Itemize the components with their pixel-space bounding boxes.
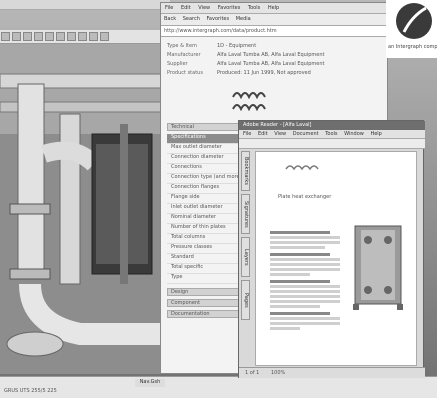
- pdf-side-tabs: Bookmarks Signatures Layers Pages: [241, 151, 251, 321]
- spec-sidebar: Technical Specifications Max outlet diam…: [167, 123, 239, 373]
- sidebar-header[interactable]: Technical: [167, 123, 239, 131]
- pdf-title-bar[interactable]: Adobe Reader - [Alfa Laval]: [239, 121, 425, 130]
- sidebar-item[interactable]: Connection type (and more): [167, 174, 239, 184]
- menu-item[interactable]: Edit: [181, 5, 191, 11]
- field-row: Product status Produced: 11 Jun 1999, Not…: [167, 70, 382, 79]
- address-bar[interactable]: http://www.intergraph.com/data/product.h…: [161, 26, 389, 37]
- cad-menubar[interactable]: [0, 0, 170, 10]
- pdf-page: Plate heat exchanger: [255, 151, 417, 366]
- tab-pages[interactable]: Pages: [241, 280, 250, 320]
- menu-item[interactable]: File: [243, 131, 251, 137]
- status-label: Nav.Gsh: [135, 379, 165, 387]
- menu-item[interactable]: Edit: [258, 131, 268, 137]
- menu-item[interactable]: Window: [344, 131, 364, 137]
- sidebar-item[interactable]: Number of thin plates: [167, 224, 239, 234]
- field-value: 1D - Equipment: [217, 43, 257, 49]
- menu-item[interactable]: Help: [370, 131, 381, 137]
- page-text-block: [270, 227, 340, 332]
- toolbar-button[interactable]: [34, 32, 43, 41]
- toolbar-button[interactable]: [67, 32, 76, 41]
- toolbar-button[interactable]: [89, 32, 98, 41]
- menu-item[interactable]: Tools: [325, 131, 337, 137]
- field-value: Alfa Laval Tumba AB, Alfa Laval Equipmen…: [217, 52, 325, 58]
- menu-item[interactable]: Help: [268, 5, 279, 11]
- media-button[interactable]: Media: [236, 16, 251, 22]
- company-caption: an Intergraph company: [388, 44, 437, 50]
- field-label: Type & Item: [167, 43, 197, 49]
- toolbar-button[interactable]: [56, 32, 65, 41]
- toolbar-button[interactable]: [23, 32, 32, 41]
- sidebar-item[interactable]: Connection diameter: [167, 154, 239, 164]
- menu-item[interactable]: Document: [293, 131, 319, 137]
- browser-menubar[interactable]: File Edit View Favorites Tools Help: [161, 3, 389, 14]
- sidebar-item[interactable]: Connections: [167, 164, 239, 174]
- intergraph-corner-logo: an Intergraph company: [386, 0, 437, 58]
- field-row: Supplier Alfa Laval Tumba AB, Alfa Laval …: [167, 61, 382, 70]
- heat-exchanger-photo: [353, 225, 403, 310]
- sidebar-item[interactable]: Flange side: [167, 194, 239, 204]
- zoom-level[interactable]: 100%: [271, 370, 285, 376]
- cad-status-bar: Nav.Gsh GRUS UTS 255/5 225: [0, 376, 437, 398]
- sidebar-item[interactable]: Total specific: [167, 264, 239, 274]
- toolbar-button[interactable]: [1, 32, 10, 41]
- search-button[interactable]: Search: [183, 16, 200, 22]
- sidebar-footer[interactable]: Component: [167, 299, 239, 307]
- toolbar-button[interactable]: [78, 32, 87, 41]
- menu-item[interactable]: Tools: [248, 5, 260, 11]
- sidebar-item[interactable]: Standard: [167, 254, 239, 264]
- field-row: Type & Item 1D - Equipment: [167, 43, 382, 52]
- sidebar-item[interactable]: Type: [167, 274, 239, 284]
- toolbar-button[interactable]: [45, 32, 54, 41]
- toolbar-button[interactable]: [12, 32, 21, 41]
- page-logo: [285, 165, 319, 171]
- field-value: Produced: 11 Jun 1999, Not approved: [217, 70, 311, 76]
- field-label: Product status: [167, 70, 203, 76]
- sidebar-item[interactable]: Nominal diameter: [167, 214, 239, 224]
- sidebar-footer[interactable]: Documentation: [167, 310, 239, 318]
- sidebar-item[interactable]: Total columns: [167, 234, 239, 244]
- pdf-toolbar[interactable]: [239, 139, 425, 149]
- intergraph-logo-icon: [396, 3, 432, 39]
- sidebar-item[interactable]: Inlet outlet diameter: [167, 204, 239, 214]
- back-button[interactable]: Back: [164, 16, 176, 22]
- field-label: Supplier: [167, 61, 188, 67]
- status-line: GRUS UTS 255/5 225: [4, 388, 57, 394]
- field-value: Alfa Laval Tumba AB, Alfa Laval Equipmen…: [217, 61, 325, 67]
- page-heading: Plate heat exchanger: [278, 194, 332, 200]
- field-row: Manufacturer Alfa Laval Tumba AB, Alfa La…: [167, 52, 382, 61]
- pdf-nav-bar: 1 of 1 100%: [239, 367, 425, 378]
- tab-bookmarks[interactable]: Bookmarks: [241, 151, 250, 191]
- menu-item[interactable]: Favorites: [218, 5, 241, 11]
- field-label: Manufacturer: [167, 52, 201, 58]
- sidebar-item[interactable]: Connection flanges: [167, 184, 239, 194]
- sidebar-item[interactable]: Max outlet diameter: [167, 144, 239, 154]
- sidebar-footer[interactable]: Design: [167, 288, 239, 296]
- alfa-laval-logo: [232, 92, 266, 112]
- sidebar-item[interactable]: Specifications: [167, 134, 239, 144]
- browser-toolbar: Back Search Favorites Media: [161, 14, 389, 26]
- favorites-button[interactable]: Favorites: [207, 16, 230, 22]
- page-indicator[interactable]: 1 of 1: [245, 370, 259, 376]
- cad-toolbar[interactable]: [0, 30, 170, 44]
- sidebar-item[interactable]: Pressure classes: [167, 244, 239, 254]
- menu-item[interactable]: View: [274, 131, 286, 137]
- product-fields: Type & Item 1D - Equipment Manufacturer Al…: [167, 43, 382, 79]
- menu-item[interactable]: View: [198, 5, 210, 11]
- tab-signatures[interactable]: Signatures: [241, 194, 250, 234]
- tab-layers[interactable]: Layers: [241, 237, 250, 277]
- pdf-menubar: File Edit View Document Tools Window Hel…: [239, 130, 425, 139]
- pdf-viewer-window: Adobe Reader - [Alfa Laval] File Edit Vi…: [238, 120, 425, 378]
- toolbar-button[interactable]: [100, 32, 109, 41]
- menu-item[interactable]: File: [165, 5, 173, 11]
